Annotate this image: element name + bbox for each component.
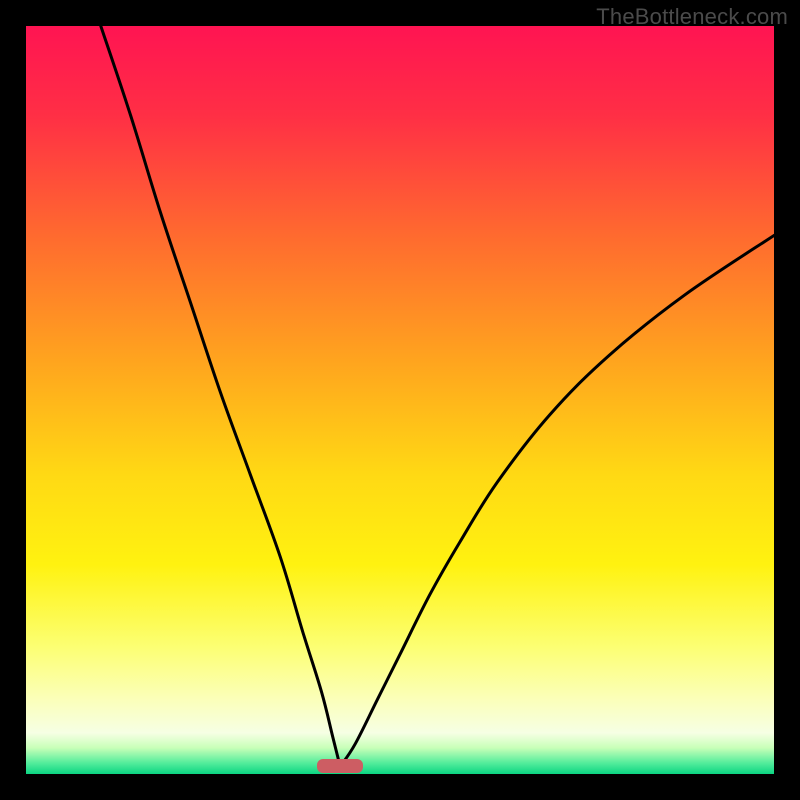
plot-area	[26, 26, 774, 774]
optimum-marker	[317, 759, 363, 773]
watermark-text: TheBottleneck.com	[596, 4, 788, 30]
background-gradient	[26, 26, 774, 774]
